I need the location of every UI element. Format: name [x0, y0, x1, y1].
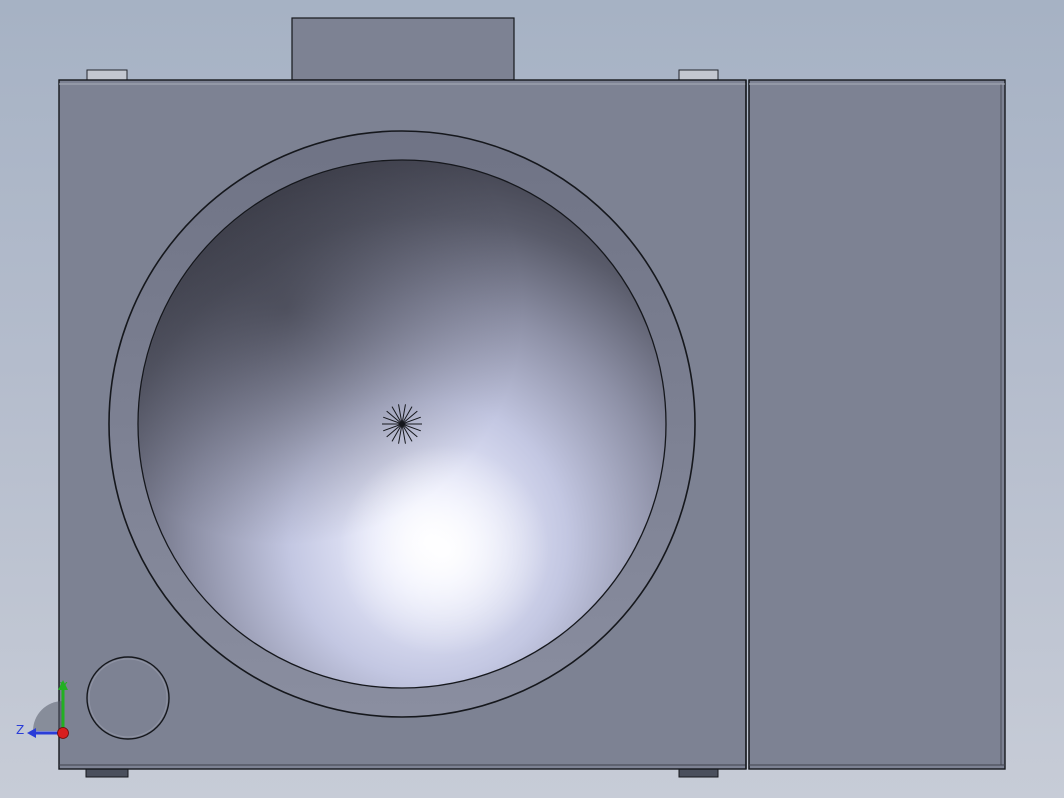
triad-plane-shading — [33, 701, 63, 731]
small-port-circle[interactable] — [86, 656, 170, 740]
reference-triad[interactable]: Z Y — [16, 680, 69, 739]
z-axis-arrowhead — [27, 728, 36, 738]
x-axis-arrow — [57, 727, 69, 739]
graphics-viewport[interactable]: Z Y — [0, 0, 1064, 798]
triad-y-label: Y — [59, 680, 68, 694]
top-tab-left[interactable] — [86, 69, 128, 81]
top-tab-right[interactable] — [678, 69, 719, 81]
top-boss[interactable] — [291, 17, 515, 81]
side-panel-face[interactable] — [748, 79, 1006, 770]
center-marker-dot — [400, 422, 404, 426]
model-view[interactable]: Z Y — [0, 0, 1064, 798]
triad-z-label: Z — [16, 723, 24, 737]
